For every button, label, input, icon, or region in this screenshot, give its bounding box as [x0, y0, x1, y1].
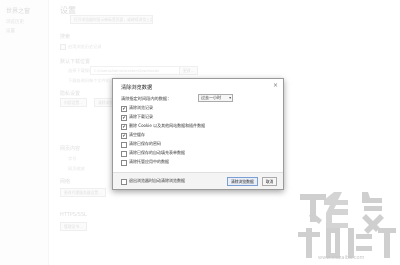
checkbox[interactable]: ✔ [121, 114, 127, 121]
checkbox[interactable]: ✔ [121, 105, 127, 112]
watermark-logo [298, 192, 396, 258]
checkbox[interactable] [121, 141, 127, 148]
time-range-label: 清除指定时间段内的数据： [121, 96, 172, 101]
dialog-footer: 退出浏览器时自动清除浏览数据 清除浏览数据 取消 [113, 172, 283, 189]
checkbox[interactable] [121, 178, 127, 185]
option-clear-passwords[interactable]: 清除已保存的密码 [121, 141, 271, 148]
close-icon[interactable]: × [273, 82, 278, 89]
option-label: 清除已保存的密码 [129, 141, 161, 146]
option-label: 清除浏览记录 [129, 105, 153, 110]
option-label: 清空缓存 [129, 132, 145, 137]
checkbox[interactable]: ✔ [121, 132, 127, 139]
option-clear-downloads[interactable]: ✔ 清除下载记录 [121, 114, 271, 121]
option-clear-hosted-app-data[interactable]: 清除托管应用中的数据 [121, 159, 271, 166]
checkbox[interactable]: ✔ [121, 123, 127, 130]
dialog-title: 清除浏览数据 [121, 85, 153, 91]
time-range-select[interactable]: 过去一小时 ▾ [198, 94, 233, 102]
option-label: 清除托管应用中的数据 [129, 159, 169, 164]
option-clear-history[interactable]: ✔ 清除浏览记录 [121, 105, 271, 112]
option-clear-autofill[interactable]: 清除已保存的自动填充表单数据 [121, 150, 271, 157]
clear-data-dialog: 清除浏览数据 × 清除指定时间段内的数据： 过去一小时 ▾ ✔ 清除浏览记录 ✔… [112, 78, 284, 190]
clear-data-confirm-button[interactable]: 清除浏览数据 [227, 177, 258, 186]
watermark-url: www.xiazaiba.com [318, 255, 365, 261]
option-label: 清除已保存的自动填充表单数据 [129, 150, 185, 155]
option-empty-cache[interactable]: ✔ 清空缓存 [121, 132, 271, 139]
option-label: 退出浏览器时自动清除浏览数据 [129, 178, 185, 183]
option-delete-cookies[interactable]: ✔ 删除 Cookie 以及其他网站数据和插件数据 [121, 123, 271, 130]
checkbox[interactable] [121, 150, 127, 157]
cancel-button[interactable]: 取消 [262, 177, 277, 186]
time-range-value: 过去一小时 [201, 95, 221, 100]
option-label: 清除下载记录 [129, 114, 153, 119]
option-label: 删除 Cookie 以及其他网站数据和插件数据 [129, 123, 206, 128]
chevron-down-icon: ▾ [229, 96, 231, 100]
checkbox[interactable] [121, 159, 127, 166]
